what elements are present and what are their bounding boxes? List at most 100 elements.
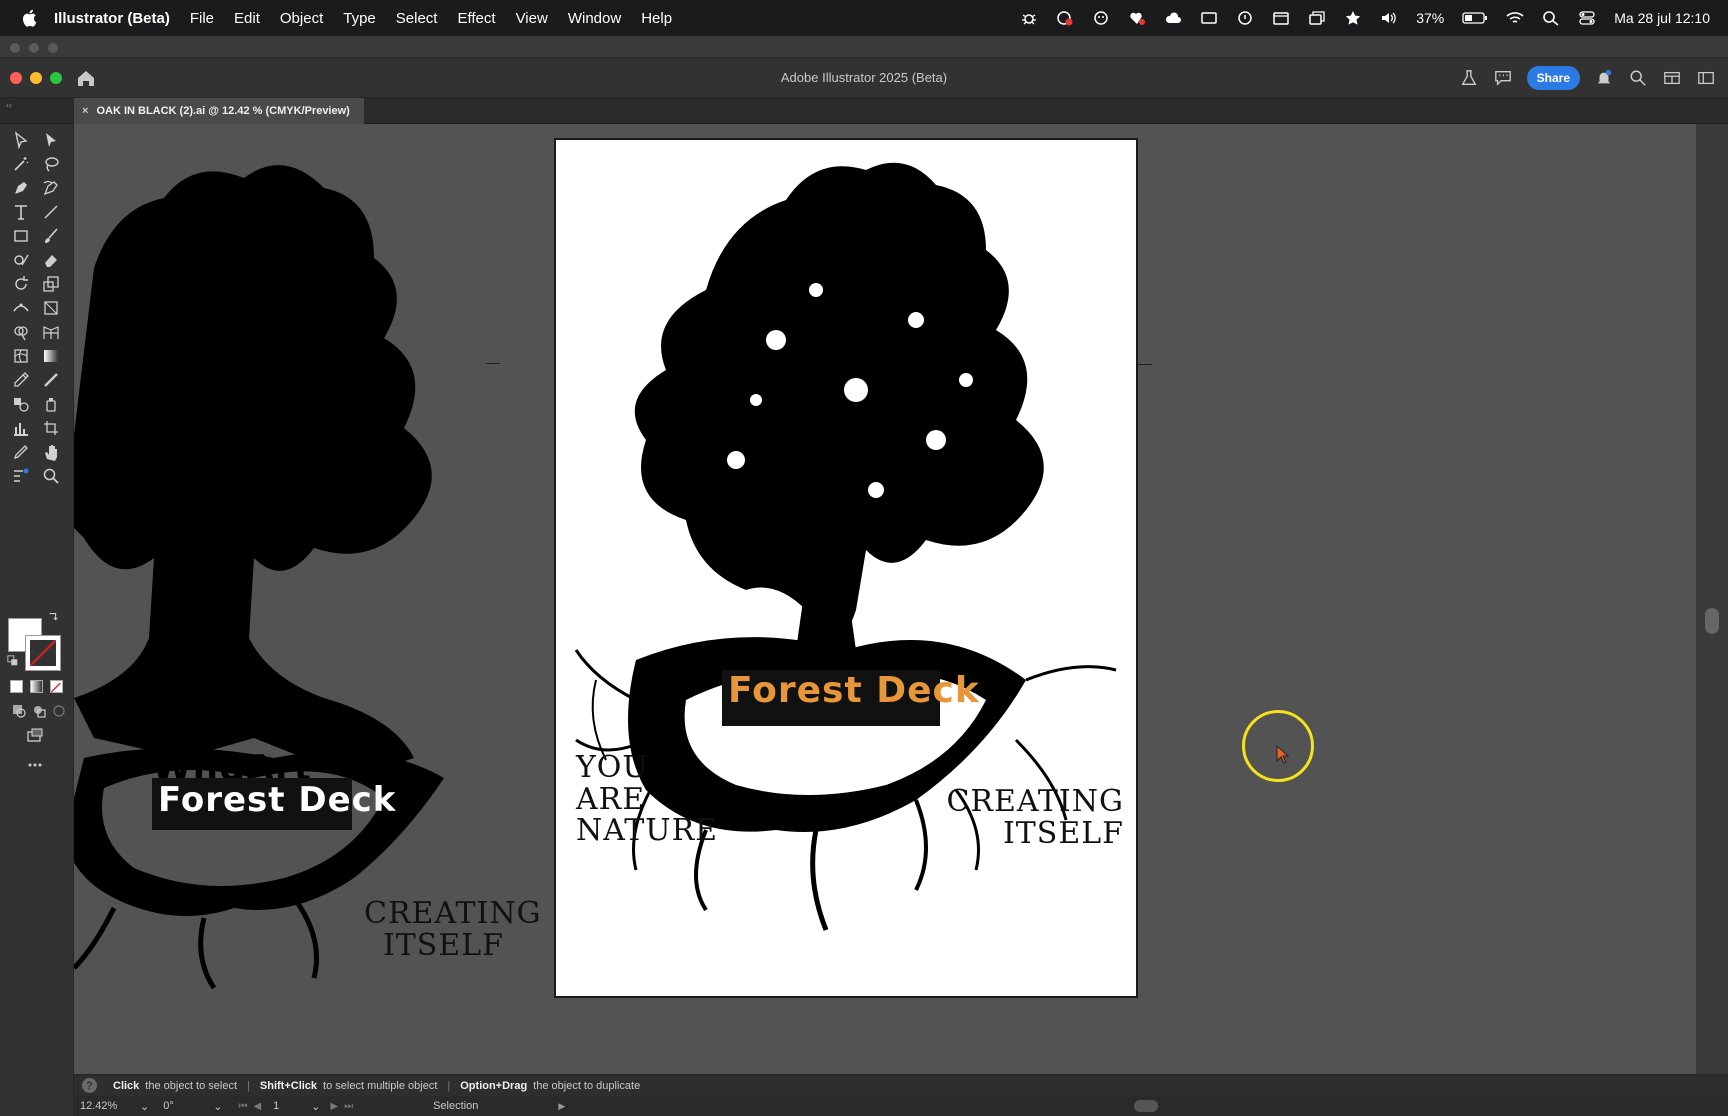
color-mode-button[interactable] [10,680,23,693]
menu-effect[interactable]: Effect [457,10,495,27]
artboard[interactable]: WildArt Forest Deck YOU ARE NATURE CREAT… [554,138,1138,998]
right-tagline[interactable]: CREATING ITSELF [926,786,1124,849]
panels-toggle-icon[interactable] [1696,68,1716,88]
symbol-sprayer-tool-icon[interactable] [40,393,62,415]
spotlight-search-icon[interactable] [1542,10,1560,26]
menu-object[interactable]: Object [280,10,323,27]
slice-tool-icon[interactable] [10,441,32,463]
measure-tool-icon[interactable] [40,369,62,391]
previous-artboard-icon[interactable]: ◀ [253,1101,261,1112]
bug-icon[interactable] [1020,10,1038,26]
gradient-mode-button[interactable] [30,680,43,693]
battery-icon[interactable] [1462,10,1488,26]
type-tool-icon[interactable] [10,201,32,223]
zoom-tool-icon[interactable] [40,465,62,487]
status-menu-arrow-icon[interactable]: ▶ [558,1101,565,1112]
paintbrush-tool-icon[interactable] [40,225,62,247]
heart-badge-icon[interactable] [1128,10,1146,26]
zoom-dropdown-chevron-icon[interactable]: ⌄ [140,1100,149,1113]
vertical-scrollbar-thumb[interactable] [1705,608,1719,634]
first-artboard-icon[interactable]: ⏮ [238,1101,247,1112]
shaper-tool-icon[interactable] [10,249,32,271]
windows-icon[interactable] [1308,10,1326,26]
display-icon[interactable] [1200,10,1218,26]
scale-tool-icon[interactable] [40,273,62,295]
none-mode-button[interactable] [50,680,63,693]
draw-normal-icon[interactable] [8,700,30,722]
menubar-clock[interactable]: Ma 28 jul 12:10 [1614,10,1710,26]
direct-selection-tool-icon[interactable] [40,129,62,151]
arrange-documents-icon[interactable] [1662,68,1682,88]
document-tab[interactable]: × OAK IN BLACK (2).ai @ 12.42 % (CMYK/Pr… [74,98,364,124]
menu-select[interactable]: Select [396,10,438,27]
password-icon[interactable] [1236,10,1254,26]
magic-wand-tool-icon[interactable] [10,153,32,175]
menu-help[interactable]: Help [641,10,672,27]
draw-behind-icon[interactable] [28,700,50,722]
calendar-icon[interactable] [1272,10,1290,26]
more-tools-icon[interactable] [24,754,46,776]
default-fill-stroke-icon[interactable] [6,654,20,668]
eraser-tool-icon[interactable] [40,249,62,271]
free-transform-tool-icon[interactable] [40,297,62,319]
artboard-dropdown-chevron-icon[interactable]: ⌄ [311,1100,320,1113]
menu-type[interactable]: Type [343,10,376,27]
shape-builder-tool-icon[interactable] [10,321,32,343]
menu-window[interactable]: Window [568,10,621,27]
left-tagline[interactable]: YOU ARE NATURE [576,752,718,847]
rotation-field[interactable]: 0° [157,1100,213,1112]
search-icon[interactable] [1628,68,1648,88]
artboard-tool-icon[interactable] [40,417,62,439]
artboard-number-field[interactable]: 1 [267,1100,311,1112]
wifi-icon[interactable] [1506,10,1524,26]
change-screen-mode-icon[interactable] [24,724,46,746]
width-tool-icon[interactable] [10,297,32,319]
pasteboard-artwork-copy[interactable]: WildArt Forest Deck CREATING ITSELF [74,138,574,998]
apple-icon[interactable] [18,7,40,29]
collapse-toolbar-icon[interactable]: ‹‹ [6,100,12,110]
perspective-grid-tool-icon[interactable] [40,321,62,343]
star-icon[interactable] [1344,10,1362,26]
menu-view[interactable]: View [516,10,548,27]
screen-record-icon[interactable] [1056,10,1074,26]
menu-edit[interactable]: Edit [234,10,260,27]
brand-line2[interactable]: Forest Deck [728,670,980,711]
app-name-menu[interactable]: Illustrator (Beta) [54,10,170,27]
vertical-scrollbar[interactable] [1696,124,1728,1074]
hand-tool-icon[interactable] [40,441,62,463]
swap-fill-stroke-icon[interactable] [46,610,60,624]
control-center-icon[interactable] [1578,10,1596,26]
pen-tool-icon[interactable] [10,177,32,199]
help-icon[interactable]: ? [82,1078,97,1093]
curvature-tool-icon[interactable] [40,177,62,199]
next-artboard-icon[interactable]: ▶ [330,1101,338,1112]
beta-lab-icon[interactable] [1459,68,1479,88]
stroke-color-swatch[interactable] [25,635,61,671]
eyedropper-tool-icon[interactable] [10,369,32,391]
lasso-tool-icon[interactable] [40,153,62,175]
blend-tool-icon[interactable] [10,393,32,415]
document-canvas[interactable]: WildArt Forest Deck CREATING ITSELF Wild… [74,124,1696,1074]
column-graph-tool-icon[interactable] [10,417,32,439]
close-tab-icon[interactable]: × [82,105,88,117]
current-tool-label[interactable]: Selection [433,1100,478,1112]
face-icon[interactable] [1092,10,1110,26]
selection-tool-icon[interactable] [10,129,32,151]
line-tool-icon[interactable] [40,201,62,223]
zoom-level-field[interactable]: 12.42% [74,1100,140,1112]
gradient-tool-icon[interactable] [40,345,62,367]
share-button[interactable]: Share [1526,66,1580,90]
last-artboard-icon[interactable]: ⏭ [344,1101,353,1112]
comments-icon[interactable] [1493,68,1513,88]
draw-inside-icon[interactable] [48,700,70,722]
rectangle-tool-icon[interactable] [10,225,32,247]
notifications-bell-icon[interactable] [1594,68,1614,88]
volume-icon[interactable] [1380,10,1398,26]
rotation-dropdown-chevron-icon[interactable]: ⌄ [213,1100,222,1113]
menu-file[interactable]: File [190,10,214,27]
cloud-icon[interactable] [1164,10,1182,26]
rotate-tool-icon[interactable] [10,273,32,295]
mesh-tool-icon[interactable] [10,345,32,367]
edit-toolbar-icon[interactable] [10,465,32,487]
horizontal-scrollbar-thumb[interactable] [1134,1100,1158,1112]
